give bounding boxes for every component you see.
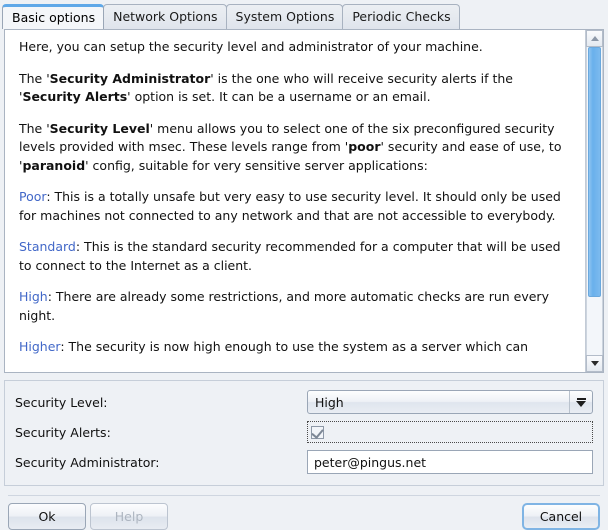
checkmark-icon xyxy=(311,425,324,439)
tab-system-options-label: System Options xyxy=(235,9,335,25)
level-menu-paragraph: The 'Security Level' menu allows you to … xyxy=(19,120,573,176)
scroll-down-arrow-icon[interactable] xyxy=(586,355,603,373)
security-administrator-label: Security Administrator: xyxy=(15,454,160,470)
level-high-desc: : There are already some restrictions, a… xyxy=(19,289,549,323)
security-alerts-control xyxy=(307,421,593,444)
tab-bar: Basic options Network Options System Opt… xyxy=(0,0,608,30)
level-higher-desc: : The security is now high enough to use… xyxy=(60,339,529,355)
level-bold-1: Security Level xyxy=(49,120,150,136)
security-level-dropdown[interactable]: High xyxy=(307,390,593,415)
tab-network-options[interactable]: Network Options xyxy=(103,4,227,30)
scrollbar-thumb[interactable] xyxy=(588,47,601,297)
admin-bold-1: Security Administrator xyxy=(49,70,211,86)
security-configuration-window: Basic options Network Options System Opt… xyxy=(0,0,608,530)
tab-basic-options[interactable]: Basic options xyxy=(2,4,105,30)
level-bold-2: poor xyxy=(348,139,381,155)
level-high-paragraph: High: There are already some restriction… xyxy=(19,288,573,325)
level-poor-desc: : This is a totally unsafe but very easy… xyxy=(19,189,561,223)
cancel-button[interactable]: Cancel xyxy=(522,503,600,530)
security-administrator-control: peter@pingus.net xyxy=(307,450,593,475)
security-level-label: Security Level: xyxy=(15,394,108,410)
help-button: Help xyxy=(90,503,168,530)
level-bold-3: paranoid xyxy=(22,157,86,173)
admin-text-3: ' option is set. It can be a username or… xyxy=(127,89,431,105)
scroll-up-arrow-icon[interactable] xyxy=(586,30,603,48)
tab-network-options-label: Network Options xyxy=(113,9,218,25)
chevron-bar xyxy=(576,397,586,400)
security-alerts-focus-box[interactable] xyxy=(307,421,593,444)
level-higher-paragraph: Higher: The security is now high enough … xyxy=(19,338,573,357)
description-scroll-pane: Here, you can setup the security level a… xyxy=(4,29,604,374)
settings-form: Security Level: High Security Alerts: Se… xyxy=(4,380,604,487)
level-high-name: High xyxy=(19,289,48,305)
admin-text-1: The ' xyxy=(19,70,50,86)
tab-system-options[interactable]: System Options xyxy=(225,4,344,30)
level-text-4: ' config, suitable for very sensitive se… xyxy=(85,157,428,173)
security-level-row: Security Level: High xyxy=(15,389,593,415)
admin-bold-2: Security Alerts xyxy=(22,89,128,105)
level-standard-paragraph: Standard: This is the standard security … xyxy=(19,238,573,275)
level-higher-name: Higher xyxy=(19,339,61,355)
security-level-control: High xyxy=(307,390,593,415)
tab-basic-options-label: Basic options xyxy=(12,10,96,26)
dialog-button-bar: Ok Help Cancel xyxy=(0,503,608,530)
description-text: Here, you can setup the security level a… xyxy=(5,30,585,373)
level-standard-name: Standard xyxy=(19,239,76,255)
chevron-down-icon[interactable] xyxy=(569,391,592,414)
chevron-triangle xyxy=(576,400,586,407)
tab-periodic-checks-label: Periodic Checks xyxy=(352,9,451,25)
triangle-down-icon xyxy=(590,361,599,367)
security-alerts-label: Security Alerts: xyxy=(15,424,111,440)
security-administrator-row: Security Administrator: peter@pingus.net xyxy=(15,449,593,475)
level-text-1: The ' xyxy=(19,120,50,136)
vertical-scrollbar[interactable] xyxy=(585,30,603,373)
ok-button[interactable]: Ok xyxy=(8,503,86,530)
scrollbar-track[interactable] xyxy=(586,47,603,356)
footer-divider xyxy=(8,495,600,496)
level-poor-name: Poor xyxy=(19,189,47,205)
security-alerts-checkbox[interactable] xyxy=(311,425,324,439)
tab-periodic-checks[interactable]: Periodic Checks xyxy=(342,4,460,30)
intro-paragraph: Here, you can setup the security level a… xyxy=(19,38,573,57)
level-poor-paragraph: Poor: This is a totally unsafe but very … xyxy=(19,188,573,225)
security-alerts-row: Security Alerts: xyxy=(15,419,593,445)
triangle-up-icon xyxy=(590,36,599,42)
intro-text: Here, you can setup the security level a… xyxy=(19,39,483,55)
security-level-selected-value: High xyxy=(315,394,344,410)
level-standard-desc: : This is the standard security recommen… xyxy=(19,239,561,273)
security-administrator-input[interactable]: peter@pingus.net xyxy=(307,450,593,475)
administrator-paragraph: The 'Security Administrator' is the one … xyxy=(19,70,573,107)
